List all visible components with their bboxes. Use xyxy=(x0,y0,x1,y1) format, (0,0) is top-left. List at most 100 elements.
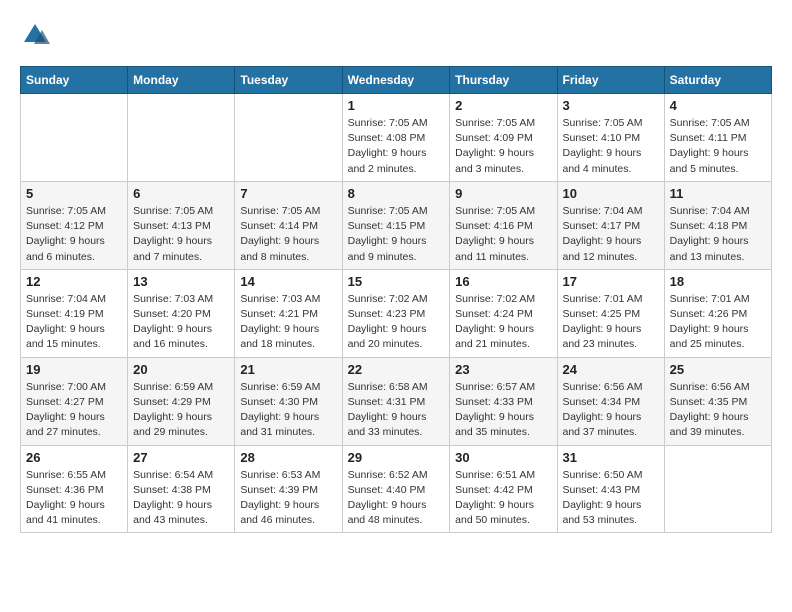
calendar-cell: 31 Sunrise: 6:50 AMSunset: 4:43 PMDayligh… xyxy=(557,445,664,533)
calendar-cell: 22 Sunrise: 6:58 AMSunset: 4:31 PMDayligh… xyxy=(342,357,450,445)
day-number: 4 xyxy=(670,98,766,113)
day-info: Sunrise: 7:03 AMSunset: 4:21 PMDaylight:… xyxy=(240,292,336,353)
calendar-table: SundayMondayTuesdayWednesdayThursdayFrid… xyxy=(20,66,772,533)
calendar-cell: 30 Sunrise: 6:51 AMSunset: 4:42 PMDayligh… xyxy=(450,445,557,533)
day-number: 25 xyxy=(670,362,766,377)
day-info: Sunrise: 7:05 AMSunset: 4:13 PMDaylight:… xyxy=(133,204,229,265)
day-number: 20 xyxy=(133,362,229,377)
day-info: Sunrise: 6:53 AMSunset: 4:39 PMDaylight:… xyxy=(240,468,336,529)
calendar-cell: 28Sunrise: 6:53 AMSunset: 4:39 PMDayligh… xyxy=(235,445,342,533)
calendar-cell: 23Sunrise: 6:57 AMSunset: 4:33 PMDayligh… xyxy=(450,357,557,445)
day-number: 18 xyxy=(670,274,766,289)
calendar-cell: 7 Sunrise: 7:05 AMSunset: 4:14 PMDaylight… xyxy=(235,181,342,269)
header-cell-tuesday: Tuesday xyxy=(235,67,342,94)
calendar-cell: 19 Sunrise: 7:00 AMSunset: 4:27 PMDayligh… xyxy=(21,357,128,445)
day-info: Sunrise: 7:05 AMSunset: 4:15 PMDaylight:… xyxy=(348,204,445,265)
day-info: Sunrise: 7:00 AMSunset: 4:27 PMDaylight:… xyxy=(26,380,122,441)
header-row: SundayMondayTuesdayWednesdayThursdayFrid… xyxy=(21,67,772,94)
calendar-cell: 12 Sunrise: 7:04 AMSunset: 4:19 PMDayligh… xyxy=(21,269,128,357)
calendar-cell: 29 Sunrise: 6:52 AMSunset: 4:40 PMDayligh… xyxy=(342,445,450,533)
calendar-cell: 17 Sunrise: 7:01 AMSunset: 4:25 PMDayligh… xyxy=(557,269,664,357)
day-info: Sunrise: 6:59 AMSunset: 4:29 PMDaylight:… xyxy=(133,380,229,441)
week-row-2: 12 Sunrise: 7:04 AMSunset: 4:19 PMDayligh… xyxy=(21,269,772,357)
calendar-cell: 16Sunrise: 7:02 AMSunset: 4:24 PMDayligh… xyxy=(450,269,557,357)
calendar-cell: 2 Sunrise: 7:05 AMSunset: 4:09 PMDaylight… xyxy=(450,94,557,182)
calendar-cell: 26 Sunrise: 6:55 AMSunset: 4:36 PMDayligh… xyxy=(21,445,128,533)
week-row-3: 19 Sunrise: 7:00 AMSunset: 4:27 PMDayligh… xyxy=(21,357,772,445)
day-info: Sunrise: 6:59 AMSunset: 4:30 PMDaylight:… xyxy=(240,380,336,441)
day-info: Sunrise: 6:51 AMSunset: 4:42 PMDaylight:… xyxy=(455,468,551,529)
calendar-cell: 6Sunrise: 7:05 AMSunset: 4:13 PMDaylight… xyxy=(128,181,235,269)
day-number: 21 xyxy=(240,362,336,377)
calendar-header: SundayMondayTuesdayWednesdayThursdayFrid… xyxy=(21,67,772,94)
day-number: 26 xyxy=(26,450,122,465)
calendar-cell: 11Sunrise: 7:04 AMSunset: 4:18 PMDayligh… xyxy=(664,181,771,269)
calendar-cell: 14 Sunrise: 7:03 AMSunset: 4:21 PMDayligh… xyxy=(235,269,342,357)
day-number: 5 xyxy=(26,186,122,201)
day-info: Sunrise: 7:04 AMSunset: 4:19 PMDaylight:… xyxy=(26,292,122,353)
day-info: Sunrise: 6:54 AMSunset: 4:38 PMDaylight:… xyxy=(133,468,229,529)
calendar-cell xyxy=(128,94,235,182)
day-info: Sunrise: 6:58 AMSunset: 4:31 PMDaylight:… xyxy=(348,380,445,441)
day-number: 2 xyxy=(455,98,551,113)
calendar-cell xyxy=(21,94,128,182)
logo-icon xyxy=(20,20,50,50)
calendar-cell: 5 Sunrise: 7:05 AMSunset: 4:12 PMDaylight… xyxy=(21,181,128,269)
day-info: Sunrise: 7:02 AMSunset: 4:23 PMDaylight:… xyxy=(348,292,445,353)
calendar-cell xyxy=(664,445,771,533)
day-info: Sunrise: 7:05 AMSunset: 4:09 PMDaylight:… xyxy=(455,116,551,177)
header-cell-sunday: Sunday xyxy=(21,67,128,94)
page-header xyxy=(20,20,772,50)
day-number: 13 xyxy=(133,274,229,289)
day-info: Sunrise: 6:50 AMSunset: 4:43 PMDaylight:… xyxy=(563,468,659,529)
header-cell-wednesday: Wednesday xyxy=(342,67,450,94)
day-info: Sunrise: 7:05 AMSunset: 4:08 PMDaylight:… xyxy=(348,116,445,177)
day-number: 14 xyxy=(240,274,336,289)
day-info: Sunrise: 6:56 AMSunset: 4:34 PMDaylight:… xyxy=(563,380,659,441)
day-info: Sunrise: 7:05 AMSunset: 4:16 PMDaylight:… xyxy=(455,204,551,265)
day-info: Sunrise: 7:04 AMSunset: 4:17 PMDaylight:… xyxy=(563,204,659,265)
day-number: 12 xyxy=(26,274,122,289)
day-info: Sunrise: 7:05 AMSunset: 4:12 PMDaylight:… xyxy=(26,204,122,265)
day-number: 7 xyxy=(240,186,336,201)
day-info: Sunrise: 6:52 AMSunset: 4:40 PMDaylight:… xyxy=(348,468,445,529)
calendar-cell: 18 Sunrise: 7:01 AMSunset: 4:26 PMDayligh… xyxy=(664,269,771,357)
day-info: Sunrise: 7:04 AMSunset: 4:18 PMDaylight:… xyxy=(670,204,766,265)
calendar-cell: 20 Sunrise: 6:59 AMSunset: 4:29 PMDayligh… xyxy=(128,357,235,445)
calendar-cell: 24 Sunrise: 6:56 AMSunset: 4:34 PMDayligh… xyxy=(557,357,664,445)
header-cell-saturday: Saturday xyxy=(664,67,771,94)
day-info: Sunrise: 7:03 AMSunset: 4:20 PMDaylight:… xyxy=(133,292,229,353)
calendar-cell: 21 Sunrise: 6:59 AMSunset: 4:30 PMDayligh… xyxy=(235,357,342,445)
calendar-cell: 3Sunrise: 7:05 AMSunset: 4:10 PMDaylight… xyxy=(557,94,664,182)
day-number: 31 xyxy=(563,450,659,465)
day-number: 29 xyxy=(348,450,445,465)
calendar-cell: 4 Sunrise: 7:05 AMSunset: 4:11 PMDaylight… xyxy=(664,94,771,182)
day-number: 17 xyxy=(563,274,659,289)
day-number: 9 xyxy=(455,186,551,201)
calendar-cell: 8 Sunrise: 7:05 AMSunset: 4:15 PMDaylight… xyxy=(342,181,450,269)
calendar-cell: 10Sunrise: 7:04 AMSunset: 4:17 PMDayligh… xyxy=(557,181,664,269)
day-number: 8 xyxy=(348,186,445,201)
header-cell-friday: Friday xyxy=(557,67,664,94)
day-info: Sunrise: 6:55 AMSunset: 4:36 PMDaylight:… xyxy=(26,468,122,529)
calendar-cell: 15 Sunrise: 7:02 AMSunset: 4:23 PMDayligh… xyxy=(342,269,450,357)
week-row-4: 26 Sunrise: 6:55 AMSunset: 4:36 PMDayligh… xyxy=(21,445,772,533)
day-number: 22 xyxy=(348,362,445,377)
calendar-body: 1Sunrise: 7:05 AMSunset: 4:08 PMDaylight… xyxy=(21,94,772,533)
day-number: 30 xyxy=(455,450,551,465)
day-number: 24 xyxy=(563,362,659,377)
day-number: 27 xyxy=(133,450,229,465)
calendar-cell: 27 Sunrise: 6:54 AMSunset: 4:38 PMDayligh… xyxy=(128,445,235,533)
day-info: Sunrise: 7:05 AMSunset: 4:14 PMDaylight:… xyxy=(240,204,336,265)
day-number: 19 xyxy=(26,362,122,377)
day-info: Sunrise: 7:01 AMSunset: 4:25 PMDaylight:… xyxy=(563,292,659,353)
day-info: Sunrise: 7:05 AMSunset: 4:11 PMDaylight:… xyxy=(670,116,766,177)
day-info: Sunrise: 6:57 AMSunset: 4:33 PMDaylight:… xyxy=(455,380,551,441)
day-number: 15 xyxy=(348,274,445,289)
day-info: Sunrise: 6:56 AMSunset: 4:35 PMDaylight:… xyxy=(670,380,766,441)
header-cell-thursday: Thursday xyxy=(450,67,557,94)
week-row-0: 1Sunrise: 7:05 AMSunset: 4:08 PMDaylight… xyxy=(21,94,772,182)
day-info: Sunrise: 7:01 AMSunset: 4:26 PMDaylight:… xyxy=(670,292,766,353)
header-cell-monday: Monday xyxy=(128,67,235,94)
calendar-cell: 13 Sunrise: 7:03 AMSunset: 4:20 PMDayligh… xyxy=(128,269,235,357)
